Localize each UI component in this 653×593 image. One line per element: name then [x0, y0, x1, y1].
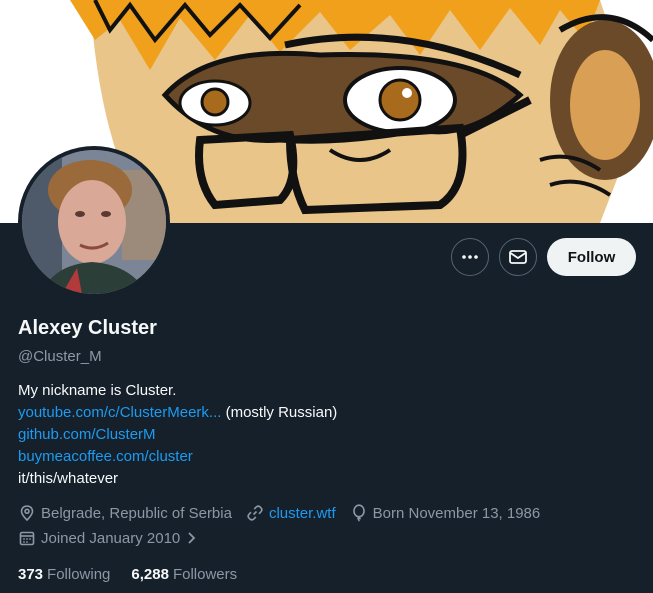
more-horizontal-icon — [462, 255, 478, 259]
birthday-item: Born November 13, 1986 — [350, 504, 541, 522]
bio-line-coffee: buymeacoffee.com/cluster — [18, 446, 618, 468]
profile-meta: Belgrade, Republic of Serbia cluster.wtf… — [18, 504, 554, 522]
github-link[interactable]: github.com/ClusterM — [18, 426, 156, 443]
bio-line-nickname: My nickname is Cluster. — [18, 382, 177, 399]
calendar-icon — [19, 531, 35, 546]
envelope-icon — [509, 250, 527, 264]
profile-page: Follow Alexey Cluster @Cluster_M My nick… — [0, 0, 653, 593]
profile-avatar[interactable] — [18, 146, 170, 298]
website-link[interactable]: cluster.wtf — [269, 505, 336, 522]
link-icon — [247, 505, 263, 521]
follow-button[interactable]: Follow — [547, 238, 636, 276]
youtube-suffix: (mostly Russian) — [221, 404, 338, 421]
location-pin-icon — [20, 505, 34, 522]
message-button[interactable] — [499, 238, 537, 276]
website-item: cluster.wtf — [246, 504, 336, 522]
profile-handle: @Cluster_M — [18, 348, 102, 365]
followers-label: Followers — [172, 566, 238, 583]
profile-bio: My nickname is Cluster. youtube.com/c/Cl… — [18, 380, 618, 490]
bio-line-pronouns: it/this/whatever — [18, 470, 119, 487]
avatar-photo — [22, 150, 166, 294]
more-options-button[interactable] — [451, 238, 489, 276]
following-stat[interactable]: 373 Following — [18, 566, 110, 583]
joined-row: Joined January 2010 — [18, 529, 217, 547]
following-label: Following — [47, 566, 111, 583]
joined-item[interactable]: Joined January 2010 — [18, 529, 203, 547]
following-count: 373 — [18, 566, 44, 583]
bio-line-youtube: youtube.com/c/ClusterMeerk... (mostly Ru… — [18, 402, 618, 424]
balloon-icon — [352, 504, 365, 522]
youtube-link[interactable]: youtube.com/c/ClusterMeerk... — [18, 404, 221, 421]
bio-line-github: github.com/ClusterM — [18, 424, 618, 446]
follow-stats: 373 Following 6,288 Followers — [18, 566, 258, 583]
location-item: Belgrade, Republic of Serbia — [18, 504, 232, 522]
location-text: Belgrade, Republic of Serbia — [41, 504, 232, 522]
buymeacoffee-link[interactable]: buymeacoffee.com/cluster — [18, 448, 193, 465]
birthday-text: Born November 13, 1986 — [372, 504, 541, 522]
profile-name: Alexey Cluster — [18, 317, 157, 339]
followers-count: 6,288 — [131, 566, 169, 583]
followers-stat[interactable]: 6,288 Followers — [131, 566, 237, 583]
joined-text: Joined January 2010 — [41, 529, 181, 547]
chevron-right-icon — [188, 532, 196, 544]
